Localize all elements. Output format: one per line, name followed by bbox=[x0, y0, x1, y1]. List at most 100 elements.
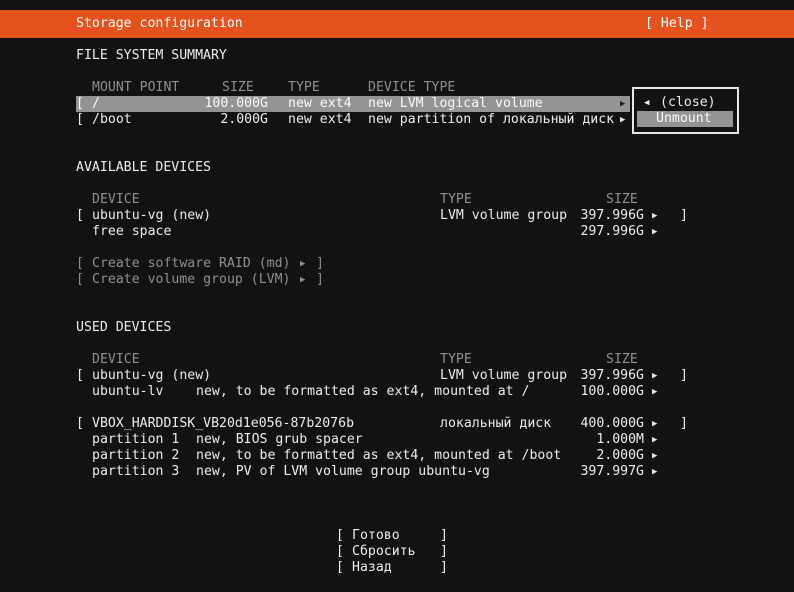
help-button[interactable]: [ Help ] bbox=[645, 16, 709, 32]
device-name: free space bbox=[92, 224, 171, 240]
context-menu-close[interactable]: ◀ (close) bbox=[634, 95, 737, 111]
close-bracket: ] bbox=[316, 256, 324, 272]
reset-button[interactable]: [ Сбросить ] bbox=[0, 544, 794, 560]
device-detail: new, to be formatted as ext4, mounted at… bbox=[196, 384, 529, 400]
action-label: Create software RAID (md) bbox=[92, 256, 291, 272]
open-bracket: [ bbox=[76, 112, 84, 128]
col-header-type: TYPE bbox=[440, 352, 472, 368]
size-value: 397.996G bbox=[516, 368, 644, 384]
device-type-value: new partition of локальный диск bbox=[368, 112, 614, 128]
right-arrow-icon: ▶ bbox=[652, 384, 657, 400]
right-arrow-icon: ▶ bbox=[652, 224, 657, 240]
close-bracket: ] bbox=[680, 416, 688, 432]
available-row-ubuntu-vg[interactable]: [ ubuntu-vg (new) LVM volume group 397.9… bbox=[0, 208, 794, 224]
right-arrow-icon: ▶ bbox=[300, 272, 305, 288]
open-bracket: [ bbox=[336, 560, 344, 576]
page-title: Storage configuration bbox=[76, 16, 243, 32]
device-detail: new, PV of LVM volume group ubuntu-vg bbox=[196, 464, 490, 480]
device-type-value: new LVM logical volume bbox=[368, 96, 543, 112]
size-value: 1.000M bbox=[516, 432, 644, 448]
right-arrow-icon: ▶ bbox=[620, 96, 625, 112]
open-bracket: [ bbox=[76, 272, 84, 288]
right-arrow-icon: ▶ bbox=[300, 256, 305, 272]
fs-summary-section: FILE SYSTEM SUMMARY bbox=[0, 48, 794, 64]
open-bracket: [ bbox=[336, 544, 344, 560]
used-devices-title: USED DEVICES bbox=[76, 320, 171, 336]
device-name: ubuntu-vg (new) bbox=[92, 208, 211, 224]
back-button[interactable]: [ Назад ] bbox=[0, 560, 794, 576]
used-devices-section: USED DEVICES bbox=[0, 320, 794, 336]
size-value: 100.000G bbox=[516, 384, 644, 400]
used-group-ubuntu-vg[interactable]: [ ubuntu-vg (new) LVM volume group 397.9… bbox=[0, 368, 794, 384]
context-menu: ◀ (close) Unmount bbox=[632, 87, 739, 134]
close-bracket: ] bbox=[440, 528, 448, 544]
unmount-label: Unmount bbox=[656, 111, 712, 127]
back-button-label: Назад bbox=[352, 560, 392, 576]
col-header-type: TYPE bbox=[440, 192, 472, 208]
action-label: Create volume group (LVM) bbox=[92, 272, 291, 288]
right-arrow-icon: ▶ bbox=[652, 368, 657, 384]
col-header-size: SIZE bbox=[606, 192, 638, 208]
open-bracket: [ bbox=[76, 256, 84, 272]
open-bracket: [ bbox=[76, 96, 84, 112]
available-column-headers: DEVICE TYPE SIZE bbox=[0, 192, 794, 208]
close-bracket: ] bbox=[316, 272, 324, 288]
type-value: new ext4 bbox=[288, 96, 352, 112]
col-header-mount-point: MOUNT POINT bbox=[92, 80, 179, 96]
used-child-partition-1[interactable]: partition 1 new, BIOS grub spacer 1.000M… bbox=[0, 432, 794, 448]
size-value: 397.997G bbox=[516, 464, 644, 480]
right-arrow-icon: ▶ bbox=[652, 432, 657, 448]
mount-point: / bbox=[92, 96, 100, 112]
col-header-type: TYPE bbox=[288, 80, 320, 96]
storage-configuration-screen: Storage configuration [ Help ] FILE SYST… bbox=[0, 0, 794, 592]
used-group-vbox-harddisk[interactable]: [ VBOX_HARDDISK_VB20d1e056-87b2076b лока… bbox=[0, 416, 794, 432]
device-name: ubuntu-lv bbox=[92, 384, 163, 400]
col-header-size: SIZE bbox=[606, 352, 638, 368]
col-header-device-type: DEVICE TYPE bbox=[368, 80, 455, 96]
device-name: partition 1 bbox=[92, 432, 179, 448]
done-button-label: Готово bbox=[352, 528, 400, 544]
device-detail: new, BIOS grub spacer bbox=[196, 432, 363, 448]
right-arrow-icon: ▶ bbox=[652, 448, 657, 464]
right-arrow-icon: ▶ bbox=[652, 208, 657, 224]
right-arrow-icon: ▶ bbox=[652, 416, 657, 432]
used-column-headers: DEVICE TYPE SIZE bbox=[0, 352, 794, 368]
size-value: 397.996G bbox=[516, 208, 644, 224]
reset-button-label: Сбросить bbox=[352, 544, 416, 560]
close-label: (close) bbox=[660, 95, 716, 111]
col-header-size: SIZE bbox=[222, 80, 254, 96]
left-arrow-icon: ◀ bbox=[644, 95, 649, 111]
fs-summary-title: FILE SYSTEM SUMMARY bbox=[76, 48, 227, 64]
used-child-partition-2[interactable]: partition 2 new, to be formatted as ext4… bbox=[0, 448, 794, 464]
type-value: new ext4 bbox=[288, 112, 352, 128]
close-bracket: ] bbox=[440, 544, 448, 560]
size-value: 100.000G bbox=[140, 96, 268, 112]
action-create-volume-group[interactable]: [ Create volume group (LVM) ▶ ] bbox=[0, 272, 794, 288]
close-bracket: ] bbox=[680, 208, 688, 224]
size-value: 2.000G bbox=[516, 448, 644, 464]
available-row-free-space[interactable]: free space 297.996G ▶ bbox=[0, 224, 794, 240]
used-child-partition-3[interactable]: partition 3 new, PV of LVM volume group … bbox=[0, 464, 794, 480]
size-value: 400.000G bbox=[516, 416, 644, 432]
close-bracket: ] bbox=[680, 368, 688, 384]
context-menu-unmount[interactable]: Unmount bbox=[634, 111, 737, 127]
right-arrow-icon: ▶ bbox=[652, 464, 657, 480]
col-header-device: DEVICE bbox=[92, 192, 140, 208]
device-name: partition 3 bbox=[92, 464, 179, 480]
size-value: 2.000G bbox=[140, 112, 268, 128]
action-create-software-raid[interactable]: [ Create software RAID (md) ▶ ] bbox=[0, 256, 794, 272]
used-child-ubuntu-lv[interactable]: ubuntu-lv new, to be formatted as ext4, … bbox=[0, 384, 794, 400]
right-arrow-icon: ▶ bbox=[620, 112, 625, 128]
open-bracket: [ bbox=[76, 208, 84, 224]
header-line: Storage configuration [ Help ] bbox=[0, 16, 794, 32]
open-bracket: [ bbox=[336, 528, 344, 544]
size-value: 297.996G bbox=[516, 224, 644, 240]
done-button[interactable]: [ Готово ] bbox=[0, 528, 794, 544]
available-devices-title: AVAILABLE DEVICES bbox=[76, 160, 211, 176]
open-bracket: [ bbox=[76, 416, 84, 432]
device-name: partition 2 bbox=[92, 448, 179, 464]
device-name: ubuntu-vg (new) bbox=[92, 368, 211, 384]
open-bracket: [ bbox=[76, 368, 84, 384]
close-bracket: ] bbox=[440, 560, 448, 576]
available-devices-section: AVAILABLE DEVICES bbox=[0, 160, 794, 176]
